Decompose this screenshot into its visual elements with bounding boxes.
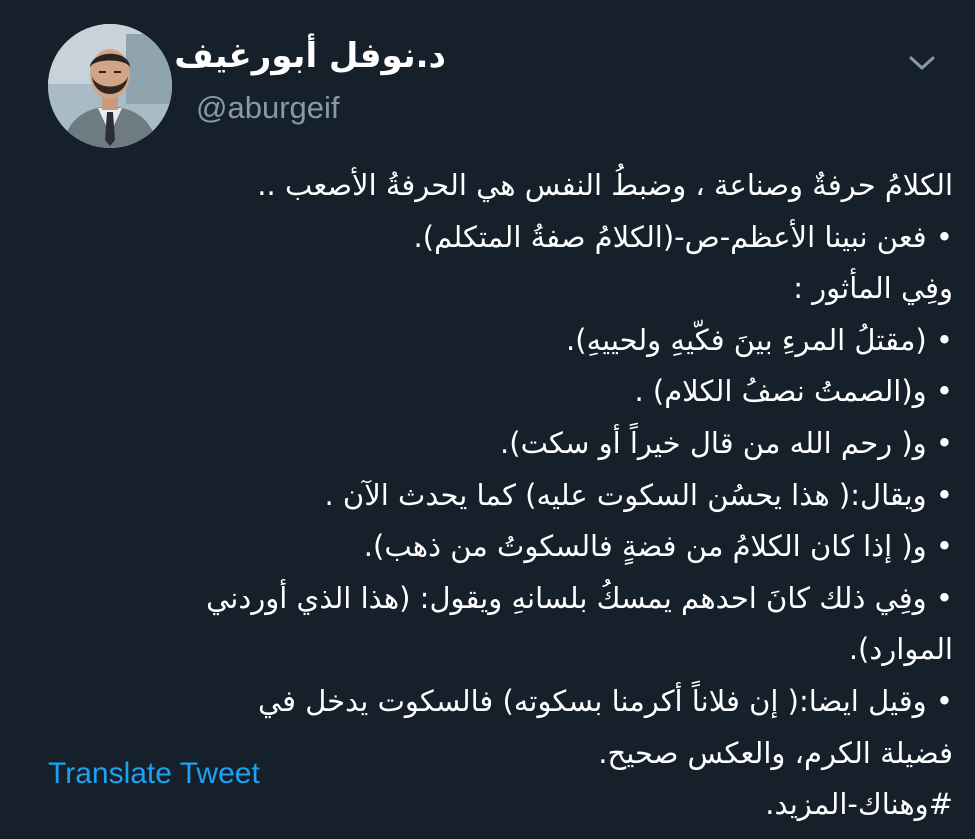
tweet-line: • ويقال:( هذا يحسُن السكوت عليه) كما يحد… (324, 477, 953, 512)
tweet: د.نوفل أبورغيف @aburgeif الكلامُ حرفةٌ و… (0, 0, 975, 839)
chevron-down-icon[interactable] (902, 44, 942, 84)
tweet-line: • وفِي ذلك كانَ احدهم يمسكُ بلسانهِ ويقو… (206, 580, 953, 615)
author-handle[interactable]: @aburgeif (196, 88, 340, 128)
tweet-line: • (مقتلُ المرءِ بينَ فكّيهِ ولحييهِ). (566, 322, 953, 357)
tweet-line: • فعن نبينا الأعظم-ص-(الكلامُ صفةُ المتك… (413, 219, 953, 254)
tweet-text: الكلامُ حرفةٌ وصناعة ، وضبطُ النفس هي ال… (153, 160, 953, 831)
tweet-line: • و( إذا كان الكلامُ من فضةٍ فالسكوتُ من… (363, 529, 953, 564)
tweet-line: • و( رحم الله من قال خيراً أو سكت). (500, 425, 953, 460)
hashtag-link[interactable]: #وهناك-المزيد. (153, 779, 953, 831)
tweet-line: • و(الصمتُ نصفُ الكلام) . (634, 374, 953, 409)
avatar[interactable] (48, 24, 172, 148)
translate-tweet-link[interactable]: Translate Tweet (48, 754, 260, 794)
tweet-line: وفِي المأثور : (793, 271, 953, 306)
author-name[interactable]: د.نوفل أبورغيف (174, 34, 446, 78)
avatar-image (48, 24, 172, 148)
tweet-line: الموارد). (848, 632, 953, 667)
tweet-line: • وقيل ايضا:( إن فلاناً أكرمنا بسكوته) ف… (257, 683, 953, 718)
tweet-line: فضيلة الكرم، والعكس صحيح. (598, 735, 953, 770)
tweet-line: الكلامُ حرفةٌ وصناعة ، وضبطُ النفس هي ال… (257, 168, 953, 202)
